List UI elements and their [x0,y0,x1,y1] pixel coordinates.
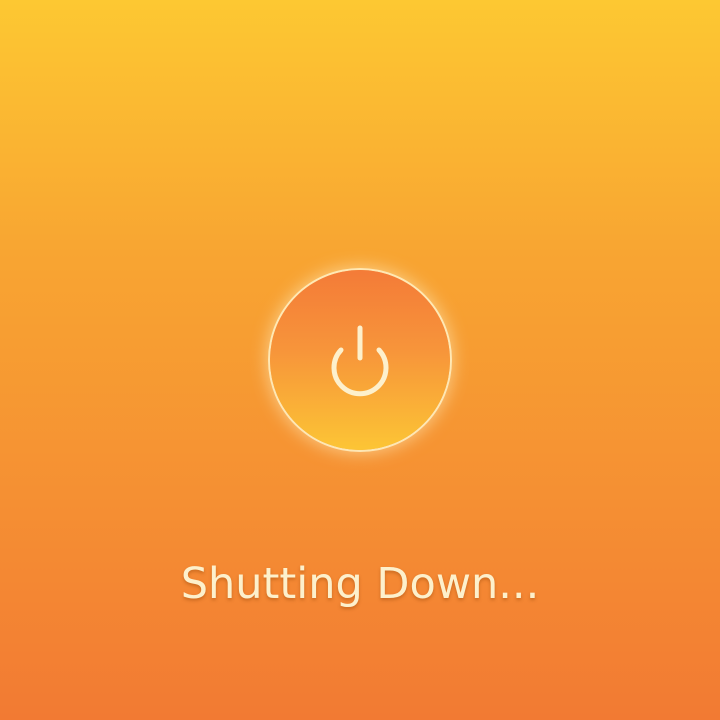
status-text: Shutting Down... [180,559,540,609]
shutdown-screen: Shutting Down... [0,0,720,720]
power-button [270,270,450,450]
power-icon [331,325,389,397]
